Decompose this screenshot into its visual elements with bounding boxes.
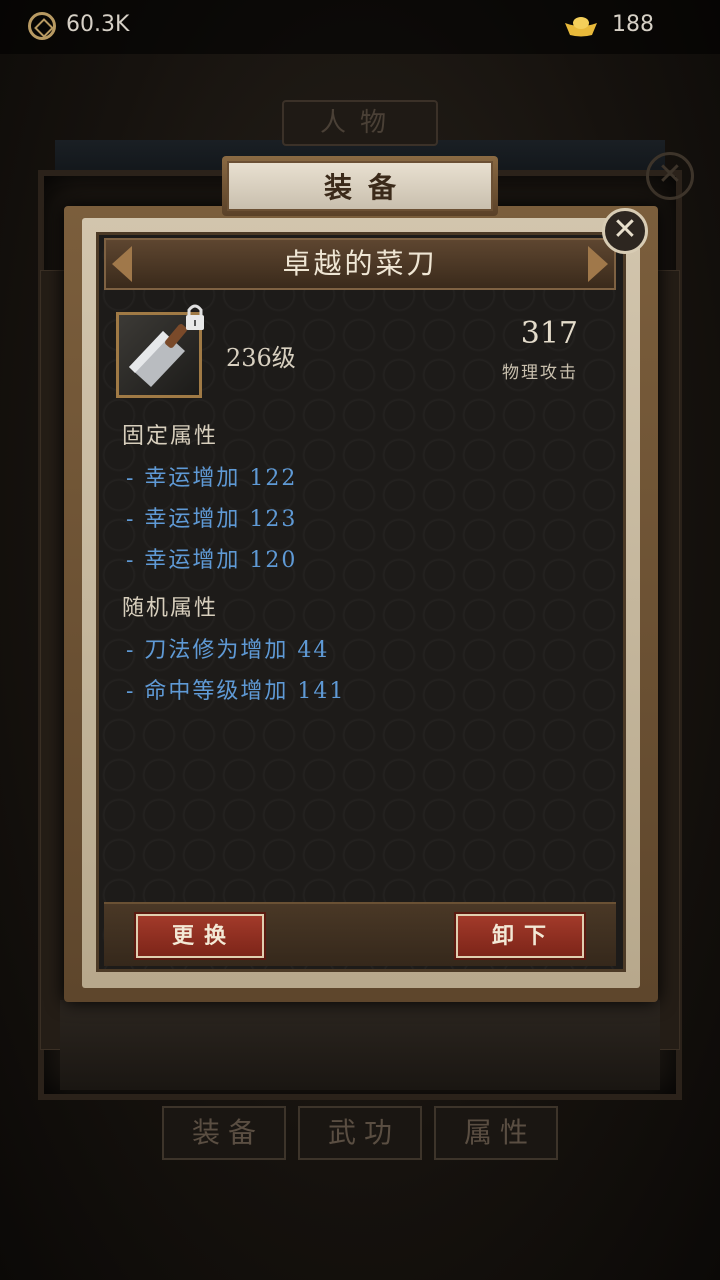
background-pillar bbox=[40, 270, 66, 1050]
attack-label: 物理攻击 bbox=[502, 363, 578, 383]
background-floor bbox=[60, 1000, 660, 1090]
fixed-attribute-item: - 幸运增加 120 bbox=[126, 548, 298, 573]
attack-value: 317 bbox=[520, 316, 578, 351]
random-attribute-item: - 刀法修为增加 44 bbox=[126, 638, 330, 663]
ingot-amount: 188 bbox=[612, 12, 654, 37]
bottom-tab-equipment[interactable]: 装备 bbox=[162, 1106, 286, 1160]
unequip-button[interactable]: 卸下 bbox=[456, 914, 584, 958]
character-tab[interactable]: 人物 bbox=[282, 100, 438, 146]
background-close-icon: ✕ bbox=[646, 152, 694, 200]
currency-bar: 60.3K 188 bbox=[0, 0, 720, 54]
replace-button[interactable]: 更换 bbox=[136, 914, 264, 958]
close-button[interactable]: ✕ bbox=[602, 208, 648, 254]
gold-ingot-icon bbox=[565, 17, 597, 37]
fixed-attribute-item: - 幸运增加 123 bbox=[126, 507, 298, 532]
fixed-attributes-title: 固定属性 bbox=[122, 424, 219, 449]
coin-amount: 60.3K bbox=[66, 12, 130, 37]
fixed-attribute-item: - 幸运增加 122 bbox=[126, 466, 298, 491]
random-attributes-title: 随机属性 bbox=[122, 596, 219, 621]
coin-icon bbox=[28, 12, 56, 40]
bottom-tab-attributes[interactable]: 属性 bbox=[434, 1106, 558, 1160]
item-title-bar: 卓越的菜刀 bbox=[104, 238, 616, 290]
lock-icon bbox=[186, 304, 204, 330]
item-name: 卓越的菜刀 bbox=[282, 247, 438, 280]
bottom-tab-martial-arts[interactable]: 武功 bbox=[298, 1106, 422, 1160]
close-icon: ✕ bbox=[612, 212, 638, 247]
equip-tab-label: 装备 bbox=[227, 161, 493, 211]
equip-tab[interactable]: 装备 bbox=[222, 156, 498, 216]
random-attribute-item: - 命中等级增加 141 bbox=[126, 679, 346, 704]
item-level: 236级 bbox=[226, 344, 296, 372]
